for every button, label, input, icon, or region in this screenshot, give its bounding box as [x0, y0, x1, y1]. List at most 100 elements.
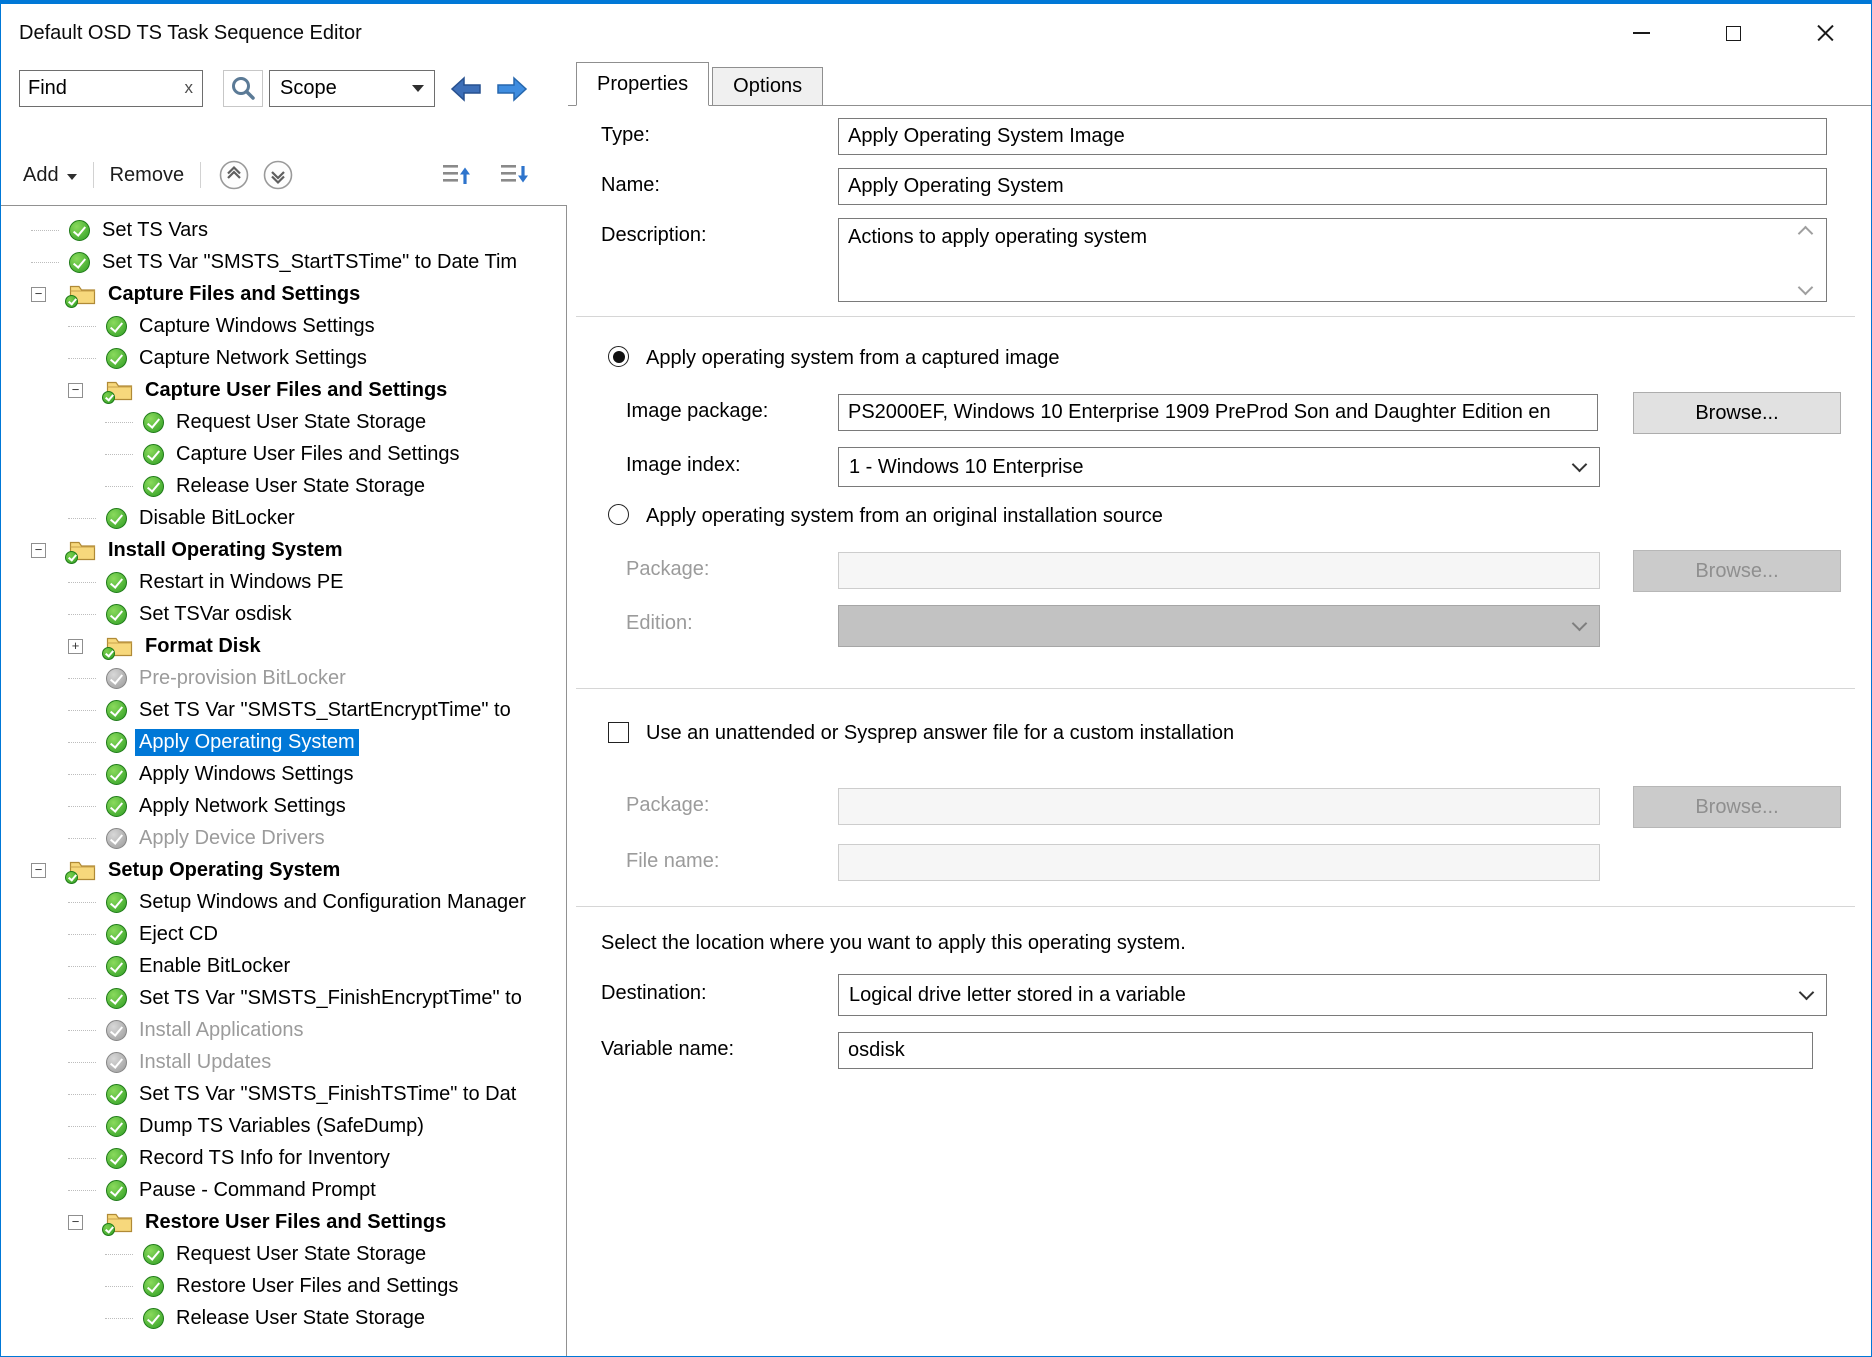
step-check-icon	[106, 604, 127, 625]
answer-file-package-input	[838, 788, 1600, 825]
tree-item[interactable]: Apply Device Drivers	[1, 822, 566, 854]
edition-dropdown	[838, 605, 1600, 647]
tree-toolbar-right	[441, 160, 541, 190]
image-package-input[interactable]	[838, 394, 1598, 431]
tree-item-label: Enable BitLocker	[135, 953, 294, 980]
collapse-box-icon[interactable]: −	[68, 1215, 83, 1230]
minimize-button[interactable]	[1595, 4, 1687, 62]
step-check-icon	[106, 892, 127, 913]
tree-item[interactable]: Set TS Var "SMSTS_FinishEncryptTime" to	[1, 982, 566, 1014]
tree-item[interactable]: Request User State Storage	[1, 406, 566, 438]
search-button[interactable]	[223, 70, 263, 107]
image-index-value: 1 - Windows 10 Enterprise	[849, 456, 1084, 479]
tree-item[interactable]: Capture Windows Settings	[1, 310, 566, 342]
tree-item[interactable]: Install Applications	[1, 1014, 566, 1046]
type-input[interactable]	[838, 118, 1827, 155]
tree-item[interactable]: Install Updates	[1, 1046, 566, 1078]
move-step-down-button[interactable]	[261, 158, 295, 192]
tree-item[interactable]: Apply Windows Settings	[1, 758, 566, 790]
tree-item[interactable]: −Setup Operating System	[1, 854, 566, 886]
description-textarea[interactable]: Actions to apply operating system	[838, 218, 1827, 302]
tree-item-label: Set TS Var "SMSTS_FinishTSTime" to Dat	[135, 1081, 520, 1108]
tree-item[interactable]: Set TS Vars	[1, 214, 566, 246]
tree-item[interactable]: Record TS Info for Inventory	[1, 1142, 566, 1174]
captured-image-radio[interactable]	[608, 346, 629, 367]
tree-item[interactable]: Restore User Files and Settings	[1, 1270, 566, 1302]
tree-item[interactable]: Capture User Files and Settings	[1, 438, 566, 470]
tab-properties[interactable]: Properties	[576, 62, 709, 106]
step-check-icon	[106, 508, 127, 529]
tree-item-label: Apply Operating System	[135, 729, 359, 756]
original-source-radio[interactable]	[608, 504, 629, 525]
tree-connector	[68, 1126, 96, 1127]
variable-name-input[interactable]	[838, 1032, 1813, 1069]
tree-item[interactable]: Setup Windows and Configuration Manager	[1, 886, 566, 918]
tree-connector	[68, 806, 96, 807]
step-check-icon	[143, 1308, 164, 1329]
tree-item-label: Eject CD	[135, 921, 222, 948]
move-step-up-button[interactable]	[217, 158, 251, 192]
tree-item[interactable]: Apply Operating System	[1, 726, 566, 758]
circled-chevron-down-icon	[261, 158, 295, 192]
step-check-icon	[106, 956, 127, 977]
tree-item-label: Apply Windows Settings	[135, 761, 358, 788]
collapse-box-icon[interactable]: −	[31, 287, 46, 302]
tree-item-label: Set TSVar osdisk	[135, 601, 296, 628]
group-folder-icon	[106, 380, 133, 401]
find-next-button[interactable]	[492, 72, 532, 106]
find-previous-button[interactable]	[446, 72, 486, 106]
collapse-box-icon[interactable]: −	[68, 383, 83, 398]
section-divider	[576, 906, 1855, 907]
tree-item[interactable]: −Install Operating System	[1, 534, 566, 566]
group-folder-icon	[69, 540, 96, 561]
tree-item[interactable]: Set TS Var "SMSTS_StartEncryptTime" to	[1, 694, 566, 726]
tree-connector	[31, 262, 59, 263]
image-index-dropdown[interactable]: 1 - Windows 10 Enterprise	[838, 447, 1600, 487]
tree-item[interactable]: Apply Network Settings	[1, 790, 566, 822]
collapse-box-icon[interactable]: −	[31, 543, 46, 558]
tree-item-label: Capture User Files and Settings	[172, 441, 463, 468]
add-button[interactable]: Add	[23, 164, 77, 187]
tree-item[interactable]: Set TS Var "SMSTS_StartTSTime" to Date T…	[1, 246, 566, 278]
tree-item[interactable]: Set TSVar osdisk	[1, 598, 566, 630]
expand-all-groups-button[interactable]	[499, 160, 531, 190]
tree-item[interactable]: Request User State Storage	[1, 1238, 566, 1270]
destination-dropdown[interactable]: Logical drive letter stored in a variabl…	[838, 974, 1827, 1016]
section-divider	[576, 316, 1855, 317]
maximize-button[interactable]	[1687, 4, 1779, 62]
name-input[interactable]	[838, 168, 1827, 205]
tree-item[interactable]: Dump TS Variables (SafeDump)	[1, 1110, 566, 1142]
tree-item[interactable]: Restart in Windows PE	[1, 566, 566, 598]
section-divider	[576, 688, 1855, 689]
properties-tab-content: Type: Name: Description: Actions to appl…	[568, 106, 1871, 1356]
step-check-icon	[106, 1116, 127, 1137]
tree-item[interactable]: −Capture Files and Settings	[1, 278, 566, 310]
tree-item[interactable]: Eject CD	[1, 918, 566, 950]
scope-dropdown[interactable]: Scope	[269, 70, 435, 107]
destination-value: Logical drive letter stored in a variabl…	[849, 984, 1186, 1007]
tab-options[interactable]: Options	[712, 67, 823, 105]
collapse-box-icon[interactable]: −	[31, 863, 46, 878]
tree-item[interactable]: Set TS Var "SMSTS_FinishTSTime" to Dat	[1, 1078, 566, 1110]
expand-all-icon	[499, 160, 531, 190]
tree-item[interactable]: Release User State Storage	[1, 1302, 566, 1334]
clear-find-icon[interactable]: x	[181, 78, 203, 100]
tree-item[interactable]: Enable BitLocker	[1, 950, 566, 982]
collapse-all-groups-button[interactable]	[441, 160, 473, 190]
expand-box-icon[interactable]: +	[68, 639, 83, 654]
tree-item[interactable]: −Capture User Files and Settings	[1, 374, 566, 406]
tree-item[interactable]: −Restore User Files and Settings	[1, 1206, 566, 1238]
remove-button[interactable]: Remove	[110, 164, 184, 187]
step-check-icon	[106, 1180, 127, 1201]
minimize-icon	[1633, 32, 1650, 34]
tree-item[interactable]: Capture Network Settings	[1, 342, 566, 374]
close-button[interactable]	[1779, 4, 1871, 62]
tree-item[interactable]: Pause - Command Prompt	[1, 1174, 566, 1206]
image-package-browse-button[interactable]: Browse...	[1633, 392, 1841, 434]
tree-item[interactable]: Pre-provision BitLocker	[1, 662, 566, 694]
tree-item[interactable]: Release User State Storage	[1, 470, 566, 502]
tree-item[interactable]: +Format Disk	[1, 630, 566, 662]
tree-item[interactable]: Disable BitLocker	[1, 502, 566, 534]
find-input[interactable]	[20, 77, 181, 100]
answer-file-checkbox[interactable]	[608, 722, 629, 743]
